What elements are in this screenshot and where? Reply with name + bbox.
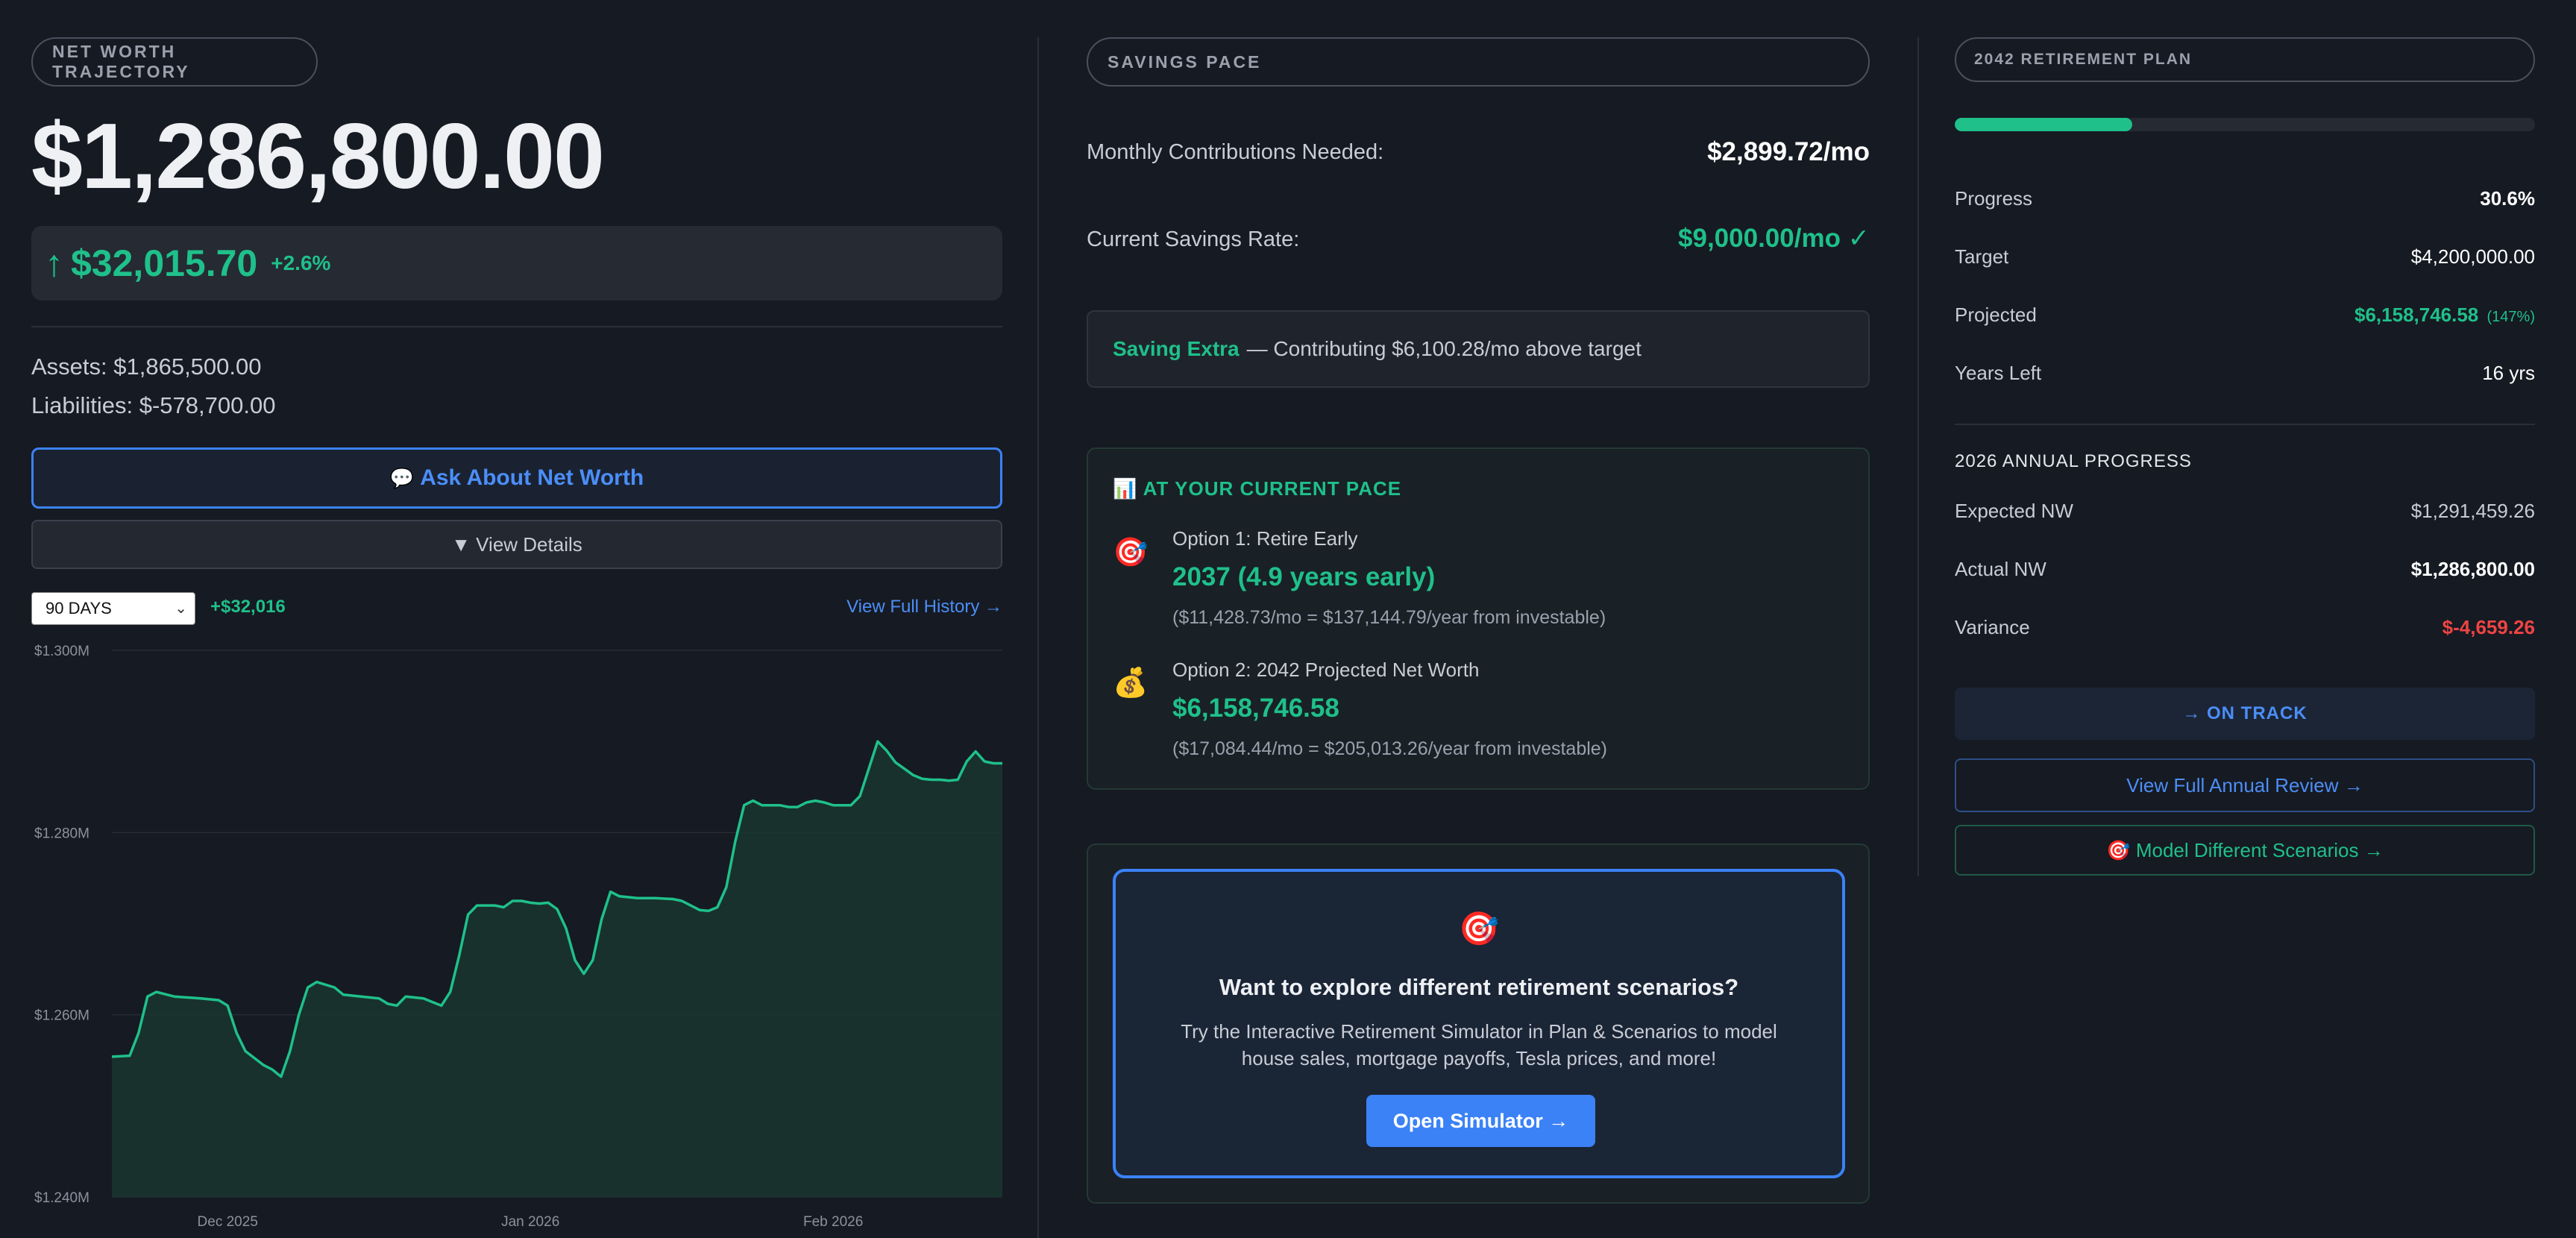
change-amount: $32,015.70	[71, 242, 258, 284]
ask-button-label: Ask About Net Worth	[420, 465, 644, 490]
years-left-value: 16 yrs	[2482, 362, 2535, 384]
option-2-name: Option 2: 2042 Projected Net Worth	[1172, 659, 1480, 681]
current-savings-rate-label: Current Savings Rate:	[1087, 227, 1300, 251]
money-bag-icon: 💰	[1113, 667, 1149, 699]
retirement-progress-bar	[1955, 118, 2535, 131]
ask-about-net-worth-button[interactable]: 💬 Ask About Net Worth	[31, 447, 1002, 509]
contributions-needed-value: $2,899.72/mo	[1707, 137, 1870, 166]
net-worth-panel: NET WORTH TRAJECTORY $1,286,800.00 ↑ $32…	[31, 0, 1002, 1238]
chart-x-tick-label: Dec 2025	[198, 1214, 258, 1230]
simulator-promo-inner: 🎯 Want to explore different retirement s…	[1113, 869, 1845, 1178]
projected-label: Projected	[1955, 304, 2037, 326]
chevron-down-icon: ⌄	[175, 600, 187, 617]
divider	[1955, 424, 2535, 425]
range-select[interactable]: 90 DAYS ⌄	[31, 592, 195, 625]
chart-y-tick-label: $1.280M	[34, 826, 89, 841]
simulator-promo-description: Try the Interactive Retirement Simulator…	[1181, 1020, 1777, 1069]
expected-nw-label: Expected NW	[1955, 500, 2073, 522]
projected-amount: $6,158,746.58	[2354, 304, 2479, 326]
net-worth-chart: $1.240M $1.260M $1.280M $1.300M Dec 2025 Jan…	[34, 644, 1002, 1230]
option-1-detail: ($11,428.73/mo = $137,144.79/year from i…	[1172, 607, 1606, 628]
years-left-label: Years Left	[1955, 362, 2042, 384]
target-label: Target	[1955, 245, 2009, 268]
change-percent: +2.6%	[271, 251, 331, 274]
simulator-promo-card: 🎯 Want to explore different retirement s…	[1087, 843, 1870, 1204]
progress-value: 30.6%	[2480, 187, 2535, 210]
target-icon: 🎯	[1458, 911, 1500, 947]
view-details-button[interactable]: ▼ View Details	[31, 520, 1002, 569]
projected-value: $6,158,746.58 (147%)	[2354, 304, 2535, 327]
assets-text: Assets: $1,865,500.00	[31, 354, 262, 380]
variance-label: Variance	[1955, 616, 2030, 638]
option-1-value: 2037 (4.9 years early)	[1172, 562, 1436, 591]
actual-nw-value: $1,286,800.00	[2410, 558, 2535, 580]
open-simulator-button[interactable]: Open Simulator →	[1366, 1095, 1595, 1147]
chart-x-tick-label: Jan 2026	[501, 1214, 559, 1230]
savings-pace-pill: SAVINGS PACE	[1087, 37, 1870, 87]
projected-percent: (147%)	[2487, 309, 2535, 325]
model-scenarios-button[interactable]: 🎯 Model Different Scenarios →	[1955, 825, 2535, 876]
range-change-value: +$32,016	[210, 597, 286, 617]
target-icon: 🎯	[1113, 537, 1149, 568]
retirement-progress-fill	[1955, 118, 2133, 131]
range-select-value: 90 DAYS	[45, 599, 112, 618]
option-2-value: $6,158,746.58	[1172, 694, 1339, 723]
chart-y-tick-label: $1.240M	[34, 1190, 89, 1206]
simulator-promo-title: Want to explore different retirement sce…	[1219, 974, 1739, 1000]
saving-extra-banner: Saving Extra — Contributing $6,100.28/mo…	[1087, 310, 1870, 388]
current-pace-title: 📊 AT YOUR CURRENT PACE	[1113, 477, 1401, 500]
chart-y-tick-label: $1.300M	[34, 644, 89, 659]
actual-nw-label: Actual NW	[1955, 558, 2046, 580]
divider	[31, 326, 1002, 327]
saving-extra-label: Saving Extra	[1113, 337, 1240, 360]
speech-bubble-icon: 💬	[389, 466, 415, 489]
savings-pace-panel: SAVINGS PACE Monthly Contributions Neede…	[1087, 0, 1870, 1238]
current-pace-card: 📊 AT YOUR CURRENT PACE 🎯 Option 1: Retir…	[1087, 447, 1870, 790]
option-2-detail: ($17,084.44/mo = $205,013.26/year from i…	[1172, 738, 1608, 759]
contributions-needed-label: Monthly Contributions Needed:	[1087, 140, 1384, 164]
target-value: $4,200,000.00	[2410, 245, 2535, 268]
up-arrow-icon: ↑	[45, 242, 63, 284]
column-divider-2	[1917, 37, 1919, 876]
net-worth-change-box: ↑ $32,015.70 +2.6%	[31, 226, 1002, 301]
liabilities-text: Liabilities: $-578,700.00	[31, 392, 276, 418]
chart-y-tick-label: $1.260M	[34, 1008, 89, 1024]
view-full-history-link[interactable]: View Full History →	[846, 597, 1002, 618]
expected-nw-value: $1,291,459.26	[2410, 500, 2535, 522]
saving-extra-text: — Contributing $6,100.28/mo above target	[1246, 337, 1642, 360]
variance-value: $-4,659.26	[2442, 616, 2535, 638]
net-worth-value: $1,286,800.00	[31, 105, 605, 208]
chart-area-fill	[112, 741, 1002, 1197]
option-1-name: Option 1: Retire Early	[1172, 527, 1358, 550]
annual-progress-heading: 2026 ANNUAL PROGRESS	[1955, 451, 2192, 471]
net-worth-trajectory-pill: NET WORTH TRAJECTORY	[31, 37, 318, 87]
bar-chart-icon: 📊	[1113, 477, 1138, 500]
current-savings-rate-value: $9,000.00/mo ✓	[1678, 224, 1870, 253]
on-track-status-badge: → ON TRACK	[1955, 688, 2535, 740]
retirement-plan-pill: 2042 RETIREMENT PLAN	[1955, 37, 2535, 82]
retirement-plan-panel: 2042 RETIREMENT PLAN Progress 30.6% Targ…	[1955, 0, 2535, 1238]
current-pace-title-text: AT YOUR CURRENT PACE	[1143, 477, 1402, 500]
column-divider-1	[1037, 37, 1039, 1238]
view-annual-review-button[interactable]: View Full Annual Review →	[1955, 758, 2535, 812]
chart-x-tick-label: Feb 2026	[803, 1214, 863, 1230]
progress-label: Progress	[1955, 187, 2033, 210]
